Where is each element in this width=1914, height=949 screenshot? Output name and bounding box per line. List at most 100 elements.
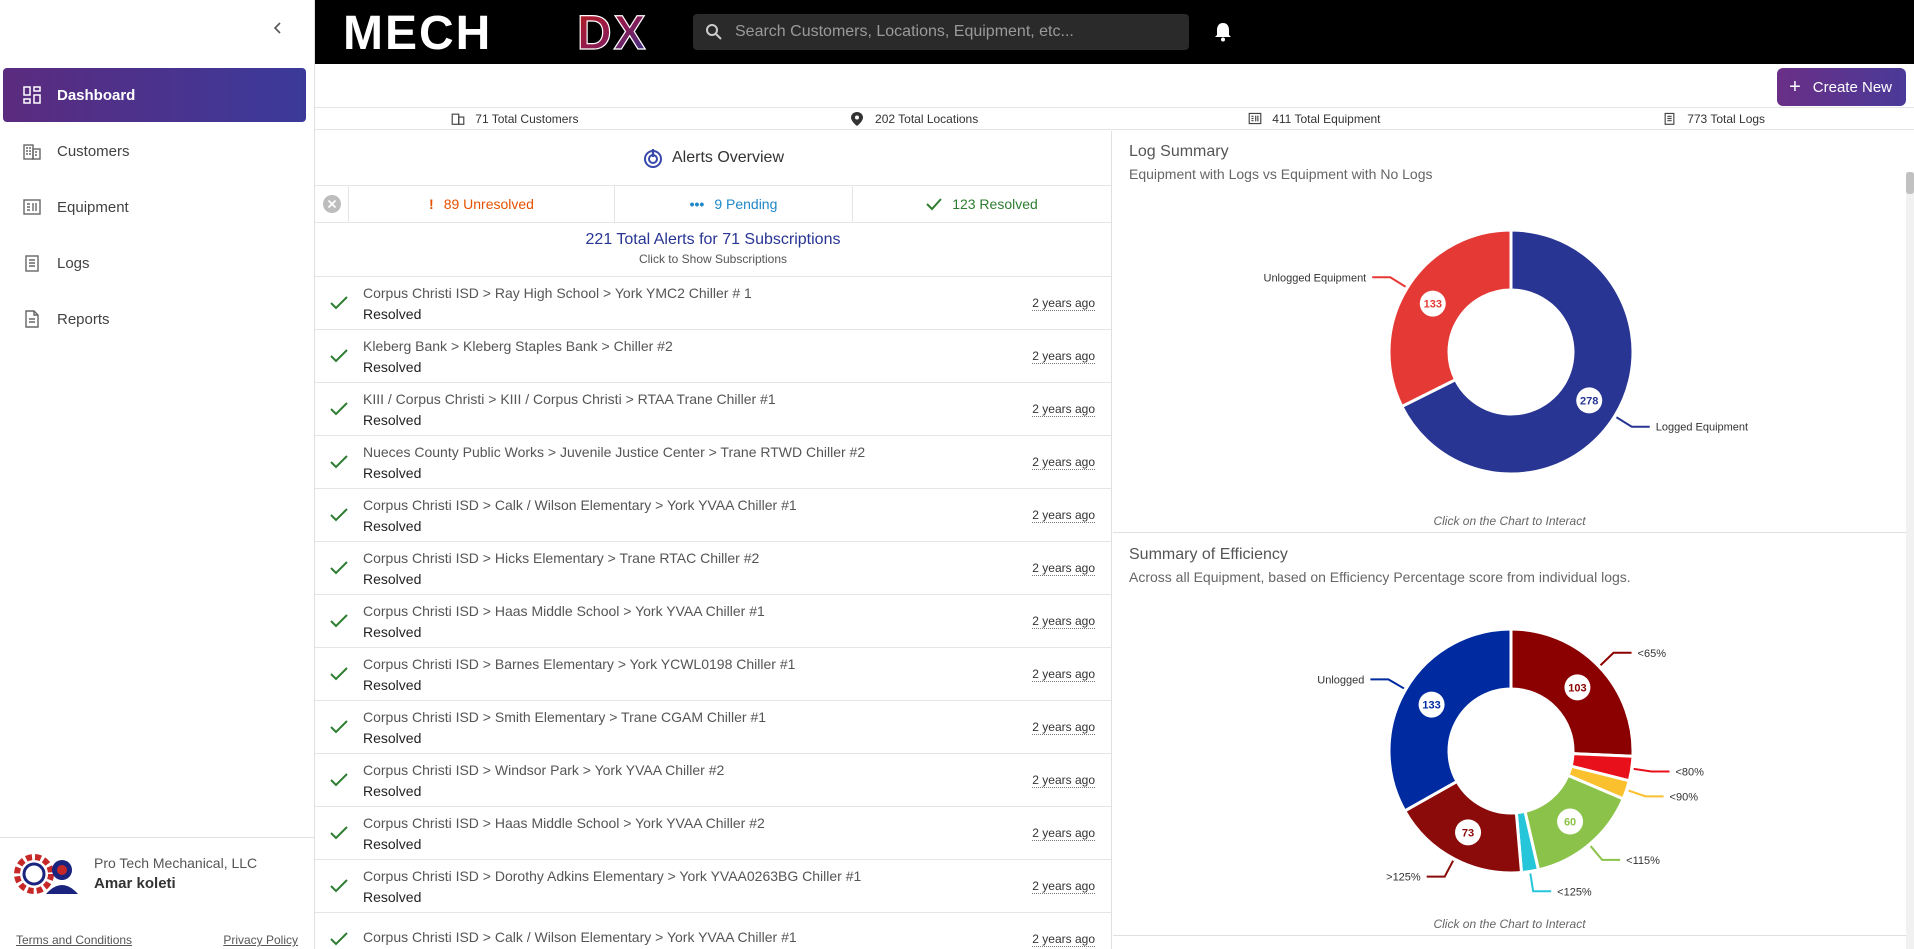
summary-stats: 71 Total Customers 202 Total Locations 4… xyxy=(315,108,1914,130)
create-new-label: Create New xyxy=(1812,78,1892,96)
leader-line-unlogged-equipment xyxy=(1372,276,1407,288)
leader-line-115 xyxy=(1589,845,1621,861)
alert-timestamp: 2 years ago xyxy=(1032,931,1095,947)
sidebar-item-label: Customers xyxy=(57,142,130,160)
chevron-left-icon xyxy=(273,22,281,34)
slice-unlogged[interactable] xyxy=(1387,627,1513,813)
sidebar-item-reports[interactable]: Reports xyxy=(3,292,306,346)
alert-path: Corpus Christi ISD > Smith Elementary > … xyxy=(363,708,767,725)
plus-icon: + xyxy=(1789,76,1801,98)
leader-line-125 xyxy=(1426,860,1454,878)
mechdx-logo[interactable]: MECH DX xyxy=(341,9,681,55)
checkmark-icon xyxy=(315,561,363,575)
alert-status: Resolved xyxy=(363,676,422,693)
sidebar-item-dashboard[interactable]: Dashboard xyxy=(3,68,306,122)
alert-timestamp: 2 years ago xyxy=(1032,454,1095,470)
alert-row[interactable]: Corpus Christi ISD > Calk / Wilson Eleme… xyxy=(315,489,1111,542)
clear-filter-button[interactable] xyxy=(315,186,349,222)
pending-count: 9 Pending xyxy=(714,196,778,212)
alert-row[interactable]: Corpus Christi ISD > Ray High School > Y… xyxy=(315,277,1111,330)
legend-label-logged-equipment: Logged Equipment xyxy=(1656,422,1748,434)
leader-line-unlogged xyxy=(1370,678,1405,690)
alert-row[interactable]: Corpus Christi ISD > Windsor Park > York… xyxy=(315,754,1111,807)
alert-filter-tabs: ! 89 Unresolved ••• 9 Pending 123 Resolv… xyxy=(315,185,1111,223)
checkmark-icon xyxy=(315,296,363,310)
notifications-button[interactable] xyxy=(1211,20,1235,44)
alert-timestamp: 2 years ago xyxy=(1032,666,1095,682)
terms-link[interactable]: Terms and Conditions xyxy=(16,933,132,947)
tab-resolved[interactable]: 123 Resolved xyxy=(853,186,1111,222)
checkmark-icon xyxy=(315,667,363,681)
sidebar-item-label: Dashboard xyxy=(57,86,136,104)
alert-path: Corpus Christi ISD > Ray High School > Y… xyxy=(363,284,752,301)
alert-path: Corpus Christi ISD > Hicks Elementary > … xyxy=(363,549,760,566)
alert-timestamp: 2 years ago xyxy=(1032,878,1095,894)
alert-row[interactable]: Corpus Christi ISD > Haas Middle School … xyxy=(315,807,1111,860)
privacy-link[interactable]: Privacy Policy xyxy=(223,933,298,947)
alert-text: Corpus Christi ISD > Dorothy Adkins Elem… xyxy=(363,868,1111,905)
sidebar-item-label: Reports xyxy=(57,310,110,328)
create-new-button[interactable]: + Create New xyxy=(1777,68,1906,106)
alert-path: Kleberg Bank > Kleberg Staples Bank > Ch… xyxy=(363,337,673,354)
alert-row[interactable]: Corpus Christi ISD > Dorothy Adkins Elem… xyxy=(315,860,1111,913)
building-icon xyxy=(451,112,467,126)
search-input[interactable] xyxy=(735,23,1175,41)
alert-row[interactable]: Kleberg Bank > Kleberg Staples Bank > Ch… xyxy=(315,330,1111,383)
alert-status: Resolved xyxy=(363,305,422,322)
alert-text: Nueces County Public Works > Juvenile Ju… xyxy=(363,444,1111,481)
equipment-icon xyxy=(21,196,43,218)
sidebar-item-label: Logs xyxy=(57,254,90,272)
alert-row[interactable]: Corpus Christi ISD > Haas Middle School … xyxy=(315,595,1111,648)
checkmark-icon xyxy=(315,932,363,946)
slice-unlogged-equipment[interactable] xyxy=(1387,228,1513,409)
sidebar-item-equipment[interactable]: Equipment xyxy=(3,180,306,234)
dashboard-icon xyxy=(21,84,43,106)
scrollbar-thumb[interactable] xyxy=(1906,172,1914,194)
search-icon xyxy=(706,24,722,40)
stat-logs[interactable]: 773 Total Logs xyxy=(1514,112,1914,126)
scrollbar-track[interactable] xyxy=(1906,172,1914,949)
alert-path: KIII / Corpus Christi > KIII / Corpus Ch… xyxy=(363,390,776,407)
search-bar[interactable] xyxy=(693,14,1189,50)
sidebar-item-logs[interactable]: Logs xyxy=(3,236,306,290)
stat-customers[interactable]: 71 Total Customers xyxy=(315,112,715,126)
alert-path: Corpus Christi ISD > Dorothy Adkins Elem… xyxy=(363,867,862,884)
efficiency-chart[interactable]: <65% 103 <80% <90% <115% 60 <125% >125% 73 Unlogg… xyxy=(1113,534,1891,934)
log-summary-chart[interactable]: Logged Equipment 278 Unlogged Equipment 133 xyxy=(1113,131,1891,531)
alert-text: KIII / Corpus Christi > KIII / Corpus Ch… xyxy=(363,391,1111,428)
tab-unresolved[interactable]: ! 89 Unresolved xyxy=(349,186,615,222)
user-profile[interactable]: Pro Tech Mechanical, LLC Amar koleti xyxy=(0,837,314,909)
alert-path: Corpus Christi ISD > Calk / Wilson Eleme… xyxy=(363,928,797,945)
alert-list: Corpus Christi ISD > Ray High School > Y… xyxy=(315,277,1111,949)
leader-line-125 xyxy=(1529,873,1552,893)
checkmark-icon xyxy=(315,720,363,734)
alerts-title: Alerts Overview xyxy=(671,149,785,166)
total-alerts-summary[interactable]: 221 Total Alerts for 71 Subscriptions Cl… xyxy=(315,223,1111,277)
collapse-sidebar-button[interactable] xyxy=(266,16,290,40)
alert-text: Corpus Christi ISD > Hicks Elementary > … xyxy=(363,550,1111,587)
close-circle-icon xyxy=(322,195,341,213)
alert-row[interactable]: Corpus Christi ISD > Hicks Elementary > … xyxy=(315,542,1111,595)
legend-label-unlogged: Unlogged xyxy=(1317,674,1364,686)
leader-line-90 xyxy=(1628,789,1664,798)
sidebar-item-label: Equipment xyxy=(57,198,129,216)
stat-equipment[interactable]: 411 Total Equipment xyxy=(1115,112,1515,126)
checkmark-icon xyxy=(315,508,363,522)
legend-label-90: <90% xyxy=(1670,791,1699,803)
alert-row[interactable]: Nueces County Public Works > Juvenile Ju… xyxy=(315,436,1111,489)
alert-row[interactable]: Corpus Christi ISD > Barnes Elementary >… xyxy=(315,648,1111,701)
action-bar: + Create New xyxy=(315,64,1914,108)
tab-pending[interactable]: ••• 9 Pending xyxy=(615,186,853,222)
alert-status: Resolved xyxy=(363,835,422,852)
stat-locations[interactable]: 202 Total Locations xyxy=(715,111,1115,126)
alert-row[interactable]: Corpus Christi ISD > Smith Elementary > … xyxy=(315,701,1111,754)
legend-label-125: >125% xyxy=(1386,872,1421,884)
sidebar-item-customers[interactable]: Customers xyxy=(3,124,306,178)
alert-text: Corpus Christi ISD > Calk / Wilson Eleme… xyxy=(363,497,1111,534)
alert-row[interactable]: KIII / Corpus Christi > KIII / Corpus Ch… xyxy=(315,383,1111,436)
alert-row[interactable]: Corpus Christi ISD > Calk / Wilson Eleme… xyxy=(315,913,1111,949)
alert-text: Corpus Christi ISD > Haas Middle School … xyxy=(363,815,1111,852)
checkmark-icon xyxy=(315,402,363,416)
file-icon xyxy=(21,308,43,330)
location-pin-icon xyxy=(851,111,867,126)
